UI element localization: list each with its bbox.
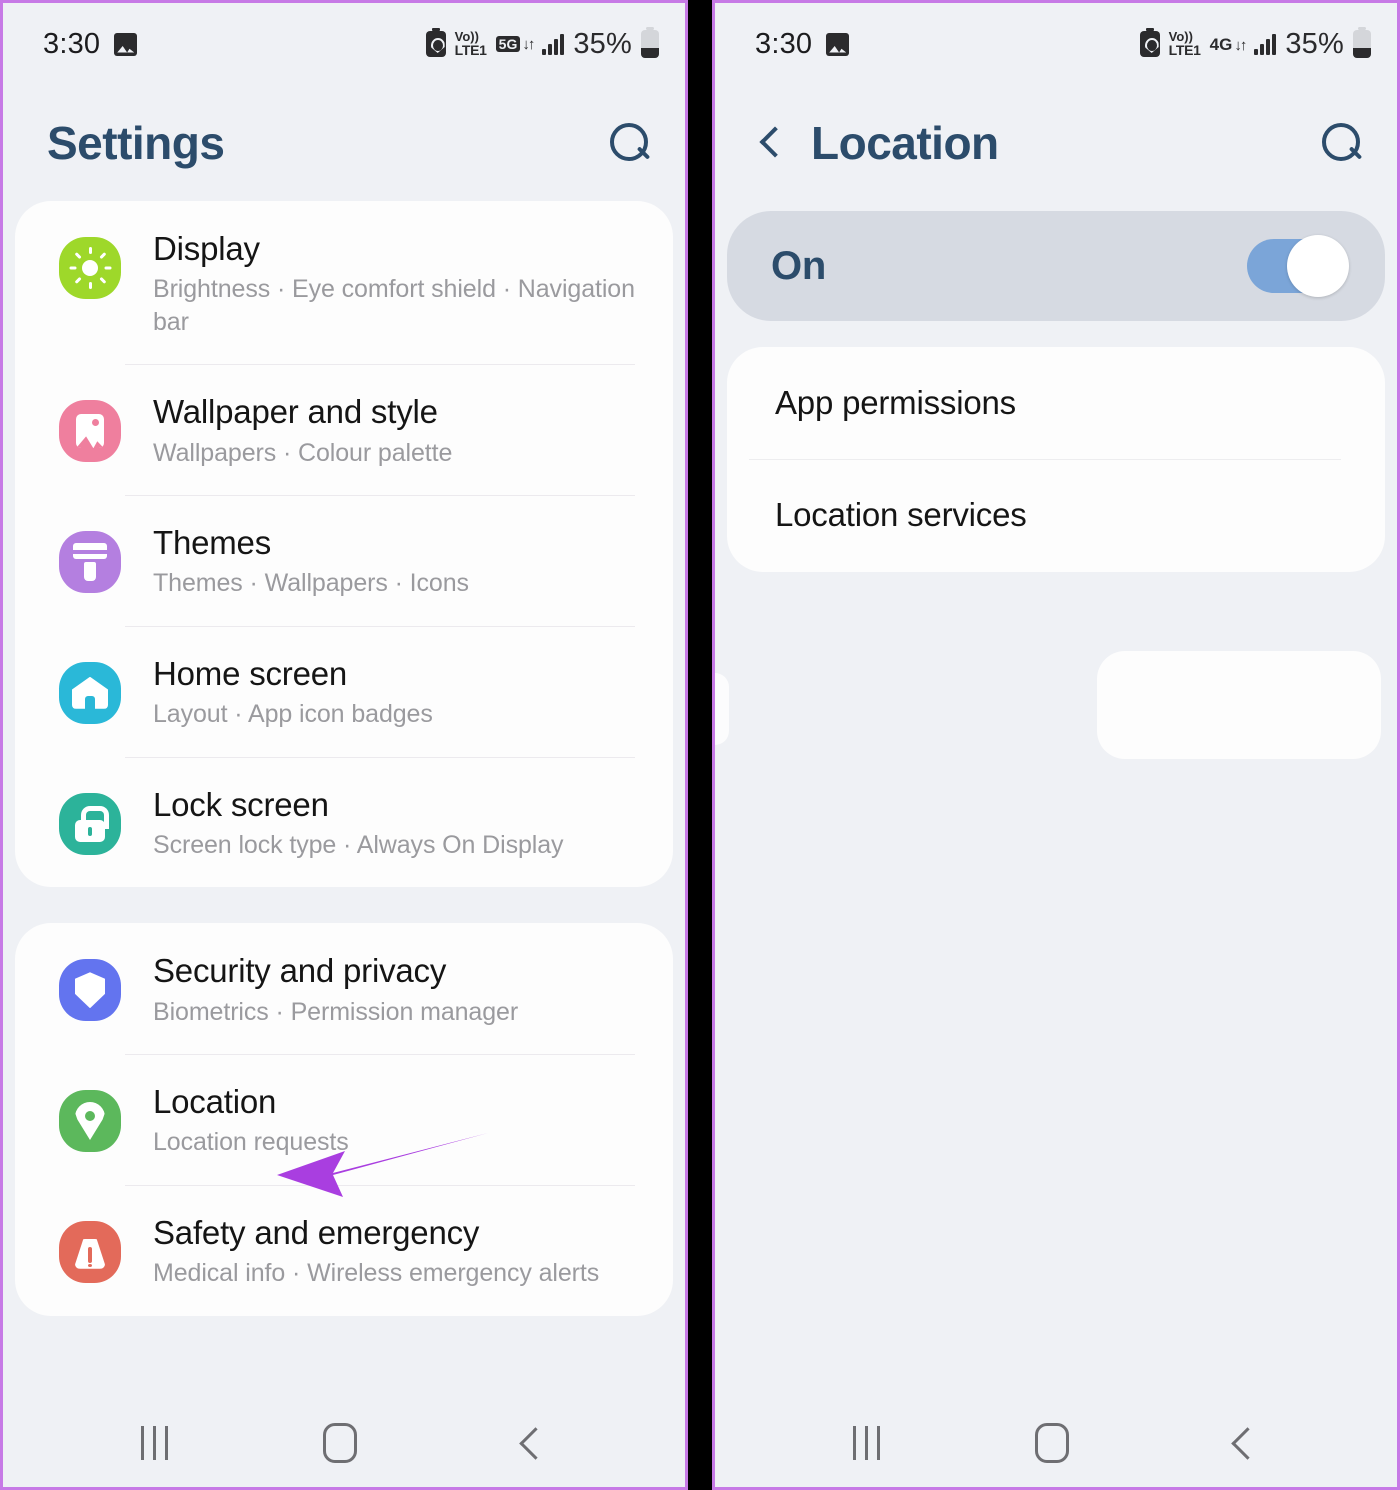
back-nav-icon[interactable] (1225, 1426, 1259, 1460)
settings-header: Settings (3, 85, 685, 201)
toggle-knob (1287, 235, 1349, 297)
emergency-alert-icon (59, 1220, 121, 1283)
recents-icon[interactable] (140, 1426, 168, 1460)
row-title: Home screen (153, 654, 348, 692)
lock-icon (59, 792, 121, 855)
shield-icon (59, 959, 121, 1022)
settings-row-display[interactable]: Display Brightness · Eye comfort shield … (15, 201, 673, 364)
data-arrows-icon: ↓↑ (1234, 36, 1247, 54)
row-title: Themes (153, 524, 272, 561)
right-phone-screenshot: 3:30 Vo)) LTE1 4G ↓↑ 35% Location On App… (712, 0, 1400, 1490)
partial-blank-card-artifact (1097, 651, 1381, 759)
network-type-group: 4G ↓↑ (1209, 34, 1248, 54)
option-row-app-permissions[interactable]: App permissions (727, 347, 1385, 459)
row-title: App permissions (775, 384, 1016, 421)
settings-row-texts: Wallpaper and style Wallpapers · Colour … (153, 390, 643, 469)
settings-row-location[interactable]: Location Location requests (15, 1054, 673, 1185)
dual-screenshot-stage: 3:30 Vo)) LTE1 5G ↓↑ 35% Settings Displa… (0, 0, 1400, 1490)
home-nav-icon[interactable] (323, 1423, 358, 1463)
settings-row-texts: Themes Themes · Wallpapers · Icons (153, 521, 643, 600)
status-time: 3:30 (43, 27, 101, 60)
volte-line2: LTE1 (1168, 41, 1201, 58)
back-chevron-icon[interactable] (751, 123, 791, 163)
location-master-toggle-row[interactable]: On (727, 211, 1385, 321)
location-toggle-switch[interactable] (1247, 235, 1349, 297)
battery-percent: 35% (1285, 27, 1344, 60)
settings-row-safety-and-emergency[interactable]: Safety and emergency Medical info · Wire… (15, 1184, 673, 1316)
data-arrows-icon: ↓↑ (522, 36, 535, 54)
left-phone-screenshot: 3:30 Vo)) LTE1 5G ↓↑ 35% Settings Displa… (0, 0, 688, 1490)
back-nav-icon[interactable] (513, 1426, 547, 1460)
nav-bar-right (715, 1399, 1397, 1487)
row-subtitle: Location requests (153, 1128, 349, 1157)
row-title: Safety and emergency (153, 1213, 480, 1251)
home-nav-icon[interactable] (1035, 1423, 1070, 1463)
nav-bar-left (3, 1399, 685, 1487)
location-header: Location (715, 85, 1397, 201)
location-options-card: App permissions Location services (727, 347, 1385, 572)
status-bar-right: 3:30 Vo)) LTE1 4G ↓↑ 35% (715, 3, 1397, 85)
settings-row-themes[interactable]: Themes Themes · Wallpapers · Icons (15, 495, 673, 626)
search-icon[interactable] (1317, 118, 1367, 168)
row-title: Wallpaper and style (153, 393, 438, 431)
location-pin-icon (59, 1090, 121, 1152)
status-bar-left-group: 3:30 (43, 27, 138, 61)
settings-card-personalisation: Display Brightness · Eye comfort shield … (15, 201, 673, 888)
settings-row-texts: Location Location requests (153, 1080, 643, 1159)
volte-icon: Vo)) LTE1 (454, 30, 487, 58)
status-bar-right-group: Vo)) LTE1 5G ↓↑ 35% (425, 27, 659, 61)
settings-card-security: Security and privacy Biometrics · Permis… (15, 923, 673, 1316)
status-bar-left: 3:30 Vo)) LTE1 5G ↓↑ 35% (3, 3, 685, 85)
signal-bars-icon (542, 33, 565, 55)
status-bar-right-group: Vo)) LTE1 4G ↓↑ 35% (1139, 27, 1371, 61)
row-title: Location services (775, 496, 1027, 534)
search-icon[interactable] (605, 118, 655, 168)
network-type-badge: 5G (495, 35, 521, 53)
row-subtitle: Wallpapers · Colour palette (153, 438, 453, 467)
row-subtitle: Layout · App icon badges (153, 700, 433, 728)
settings-row-security-and-privacy[interactable]: Security and privacy Biometrics · Permis… (15, 923, 673, 1054)
row-subtitle: Medical info · Wireless emergency alerts (153, 1259, 600, 1287)
battery-recycle-icon (1139, 28, 1160, 57)
settings-row-home-screen[interactable]: Home screen Layout · App icon badges (15, 625, 673, 757)
settings-row-texts: Security and privacy Biometrics · Permis… (153, 949, 643, 1028)
settings-row-texts: Lock screen Screen lock type · Always On… (153, 783, 643, 862)
wallpaper-image-icon (59, 400, 121, 463)
home-icon (59, 661, 121, 724)
row-title: Security and privacy (153, 952, 447, 990)
brightness-sun-icon (59, 237, 121, 299)
row-title: Display (153, 230, 260, 267)
status-bar-left-group: 3:30 (755, 27, 850, 61)
image-icon (826, 32, 850, 56)
settings-row-texts: Home screen Layout · App icon badges (153, 652, 643, 731)
row-subtitle: Brightness · Eye comfort shield · Naviga… (153, 275, 635, 336)
image-icon (114, 32, 138, 56)
network-type-badge: 4G (1209, 34, 1233, 54)
row-subtitle: Themes · Wallpapers · Icons (153, 569, 469, 598)
signal-bars-icon (1254, 33, 1277, 55)
toggle-state-label: On (771, 243, 826, 288)
settings-row-texts: Display Brightness · Eye comfort shield … (153, 227, 643, 338)
recents-icon[interactable] (852, 1426, 880, 1460)
battery-percent: 35% (573, 27, 632, 60)
partial-edge-card-artifact (715, 673, 729, 745)
network-type-group: 5G ↓↑ (495, 35, 535, 54)
option-row-location-services[interactable]: Location services (727, 459, 1385, 571)
page-title: Location (811, 117, 999, 169)
battery-recycle-icon (425, 28, 446, 57)
volte-line2: LTE1 (454, 41, 487, 58)
row-title: Location (153, 1083, 277, 1120)
page-title: Settings (47, 117, 225, 169)
settings-row-lock-screen[interactable]: Lock screen Screen lock type · Always On… (15, 756, 673, 888)
status-time: 3:30 (755, 27, 813, 60)
volte-icon: Vo)) LTE1 (1168, 30, 1201, 58)
row-subtitle: Biometrics · Permission manager (153, 997, 519, 1026)
battery-icon (1353, 27, 1371, 58)
row-subtitle: Screen lock type · Always On Display (153, 830, 564, 859)
themes-brush-icon (59, 531, 121, 593)
row-title: Lock screen (153, 785, 329, 823)
battery-icon (641, 27, 659, 58)
settings-row-texts: Safety and emergency Medical info · Wire… (153, 1211, 643, 1290)
settings-row-wallpaper-and-style[interactable]: Wallpaper and style Wallpapers · Colour … (15, 364, 673, 495)
